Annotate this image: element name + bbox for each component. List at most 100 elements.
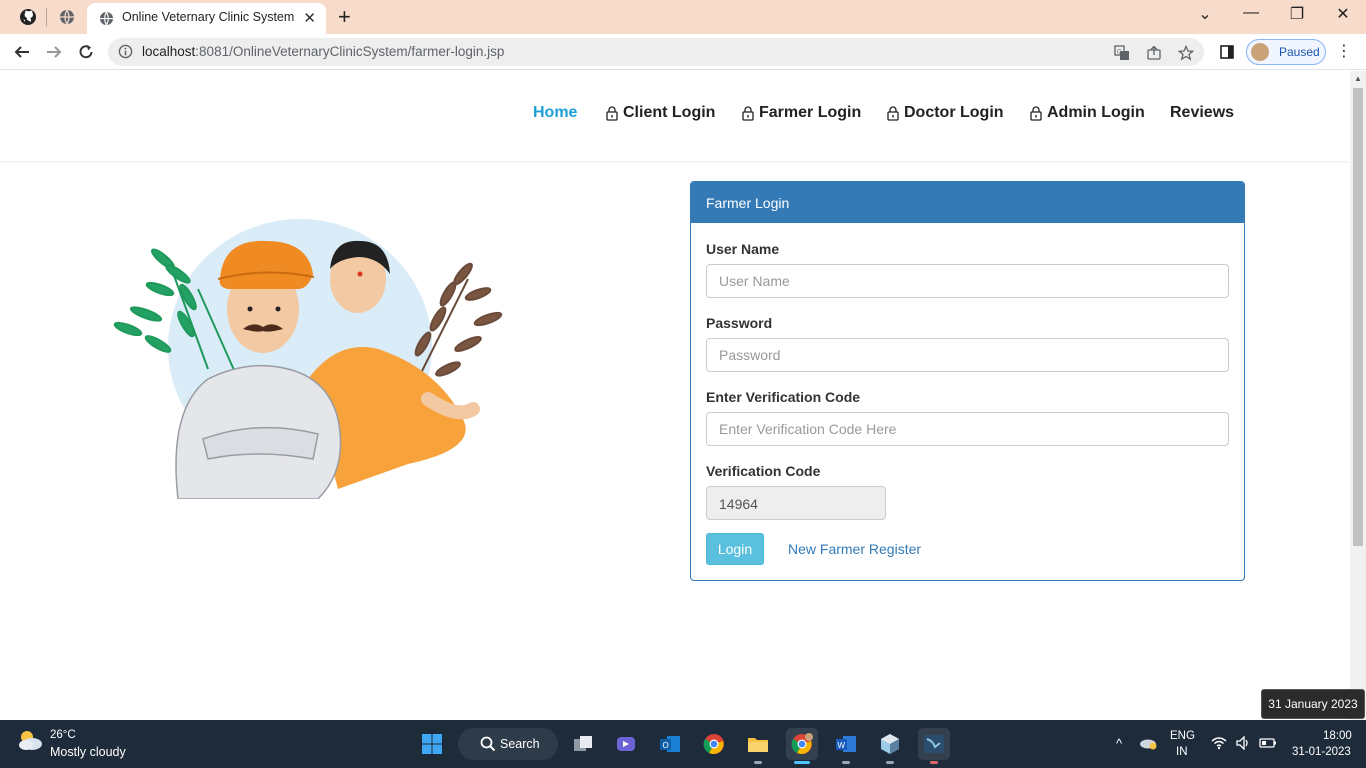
close-tab-icon[interactable]: ✕ [303, 9, 316, 27]
language-en[interactable]: ENG [1170, 730, 1195, 742]
outlook-icon[interactable]: O [654, 728, 686, 760]
site-info-icon[interactable] [118, 44, 133, 64]
language-in[interactable]: IN [1176, 746, 1188, 758]
windows-start-icon[interactable] [416, 728, 448, 760]
lock-icon [606, 105, 618, 121]
more-menu-icon[interactable]: ⋮ [1336, 41, 1352, 61]
cloud-icon [16, 731, 44, 756]
globe-icon [99, 11, 114, 31]
virtualbox-icon[interactable] [874, 728, 906, 764]
battery-icon[interactable] [1259, 737, 1277, 752]
taskbar-search[interactable]: Search [458, 728, 558, 760]
url-path: :8081/OnlineVeternaryClinicSystem/farmer… [195, 44, 505, 59]
minimize-icon[interactable]: — [1239, 4, 1263, 22]
url-host: localhost [142, 44, 196, 59]
lock-icon [1030, 105, 1042, 121]
active-tab[interactable]: Online Veternary Clinic System ✕ [87, 3, 326, 34]
running-indicator [754, 761, 762, 764]
svg-text:O: O [663, 741, 669, 750]
chrome-icon[interactable] [698, 728, 730, 760]
scrollbar-thumb[interactable] [1353, 88, 1363, 546]
login-button[interactable]: Login [706, 533, 764, 565]
page-scrollbar[interactable]: ▲ ▼ [1350, 71, 1366, 720]
nav-admin-login-label: Admin Login [1047, 104, 1145, 121]
panel-title: Farmer Login [691, 182, 1244, 223]
page-content: Home Client Login Farmer Login Doctor Lo… [0, 71, 1350, 720]
new-tab-button[interactable]: + [338, 4, 351, 30]
active-indicator [794, 761, 810, 764]
meet-icon[interactable] [610, 728, 642, 760]
profile-status: Paused [1279, 45, 1320, 59]
username-input[interactable] [706, 264, 1229, 298]
search-icon [480, 736, 496, 757]
farmer-illustration [108, 219, 508, 500]
browser-toolbar: localhost:8081/OnlineVeternaryClinicSyst… [0, 34, 1366, 70]
word-icon[interactable]: W [830, 728, 862, 764]
wifi-icon[interactable] [1211, 736, 1227, 753]
address-bar[interactable]: localhost:8081/OnlineVeternaryClinicSyst… [108, 38, 1204, 66]
globe-icon[interactable] [56, 6, 78, 28]
nav-reviews[interactable]: Reviews [1170, 104, 1234, 122]
onedrive-icon[interactable] [1139, 736, 1157, 753]
file-explorer-icon[interactable] [742, 728, 774, 764]
mysql-workbench-icon[interactable] [918, 728, 950, 764]
tab-separator [46, 8, 47, 26]
running-indicator [930, 761, 938, 764]
nav-reviews-label: Reviews [1170, 104, 1235, 121]
lock-icon [742, 105, 754, 121]
farmer-login-panel: Farmer Login User Name Password Enter Ve… [690, 181, 1245, 581]
date-tooltip: 31 January 2023 [1261, 689, 1365, 719]
restore-icon[interactable]: ❐ [1285, 4, 1309, 24]
tab-title: Online Veternary Clinic System [122, 10, 295, 24]
register-link[interactable]: New Farmer Register [788, 541, 921, 557]
share-icon[interactable] [1145, 44, 1163, 62]
chrome-profile-icon[interactable] [786, 728, 818, 764]
svg-text:W: W [838, 741, 846, 750]
verification-input-label: Enter Verification Code [706, 389, 861, 405]
verification-code-input[interactable] [706, 412, 1229, 446]
clock-date[interactable]: 31-01-2023 [1292, 746, 1351, 758]
scroll-up-icon[interactable]: ▲ [1354, 74, 1362, 83]
nav-home[interactable]: Home [533, 104, 577, 122]
side-panel-icon[interactable] [1215, 40, 1239, 64]
weather-condition: Mostly cloudy [50, 745, 126, 759]
username-label: User Name [706, 241, 780, 257]
nav-home-label: Home [533, 104, 578, 121]
chevron-up-icon[interactable]: ^ [1116, 736, 1122, 751]
nav-farmer-login-label: Farmer Login [759, 104, 862, 121]
close-window-icon[interactable]: ✕ [1331, 4, 1355, 24]
site-header: Home Client Login Farmer Login Doctor Lo… [0, 71, 1350, 161]
profile-button[interactable]: Paused [1246, 39, 1326, 65]
verification-code-display: 14964 [706, 486, 886, 520]
nav-doctor-login[interactable]: Doctor Login [887, 104, 1004, 122]
nav-doctor-login-label: Doctor Login [904, 104, 1004, 121]
nav-farmer-login[interactable]: Farmer Login [742, 104, 861, 122]
verification-code-label: Verification Code [706, 463, 821, 479]
nav-admin-login[interactable]: Admin Login [1030, 104, 1145, 122]
weather-temp: 26°C [50, 729, 76, 741]
running-indicator [886, 761, 894, 764]
password-label: Password [706, 315, 773, 331]
search-label: Search [500, 737, 540, 751]
nav-client-login[interactable]: Client Login [606, 104, 715, 122]
chevron-down-icon[interactable]: ⌄ [1193, 4, 1217, 24]
forward-arrow-icon[interactable] [42, 40, 66, 64]
star-icon[interactable] [1177, 44, 1195, 62]
clock-time[interactable]: 18:00 [1323, 730, 1352, 742]
weather-widget[interactable]: 26°C Mostly cloudy [16, 728, 126, 759]
reload-icon[interactable] [74, 40, 98, 64]
password-input[interactable] [706, 338, 1229, 372]
translate-icon[interactable]: G [1113, 44, 1131, 62]
windows-taskbar: 26°C Mostly cloudy Search O W ^ ENG IN 1… [0, 720, 1366, 768]
lock-icon [887, 105, 899, 121]
avatar [1251, 43, 1269, 61]
nav-client-login-label: Client Login [623, 104, 716, 121]
svg-text:G: G [1117, 50, 1122, 56]
browser-tab-strip: Online Veternary Clinic System ✕ + ⌄ — ❐… [0, 0, 1366, 34]
running-indicator [842, 761, 850, 764]
github-icon[interactable] [17, 6, 39, 28]
volume-icon[interactable] [1235, 735, 1251, 753]
back-arrow-icon[interactable] [10, 40, 34, 64]
task-view-icon[interactable] [567, 728, 599, 760]
url-text: localhost:8081/OnlineVeternaryClinicSyst… [142, 44, 504, 59]
